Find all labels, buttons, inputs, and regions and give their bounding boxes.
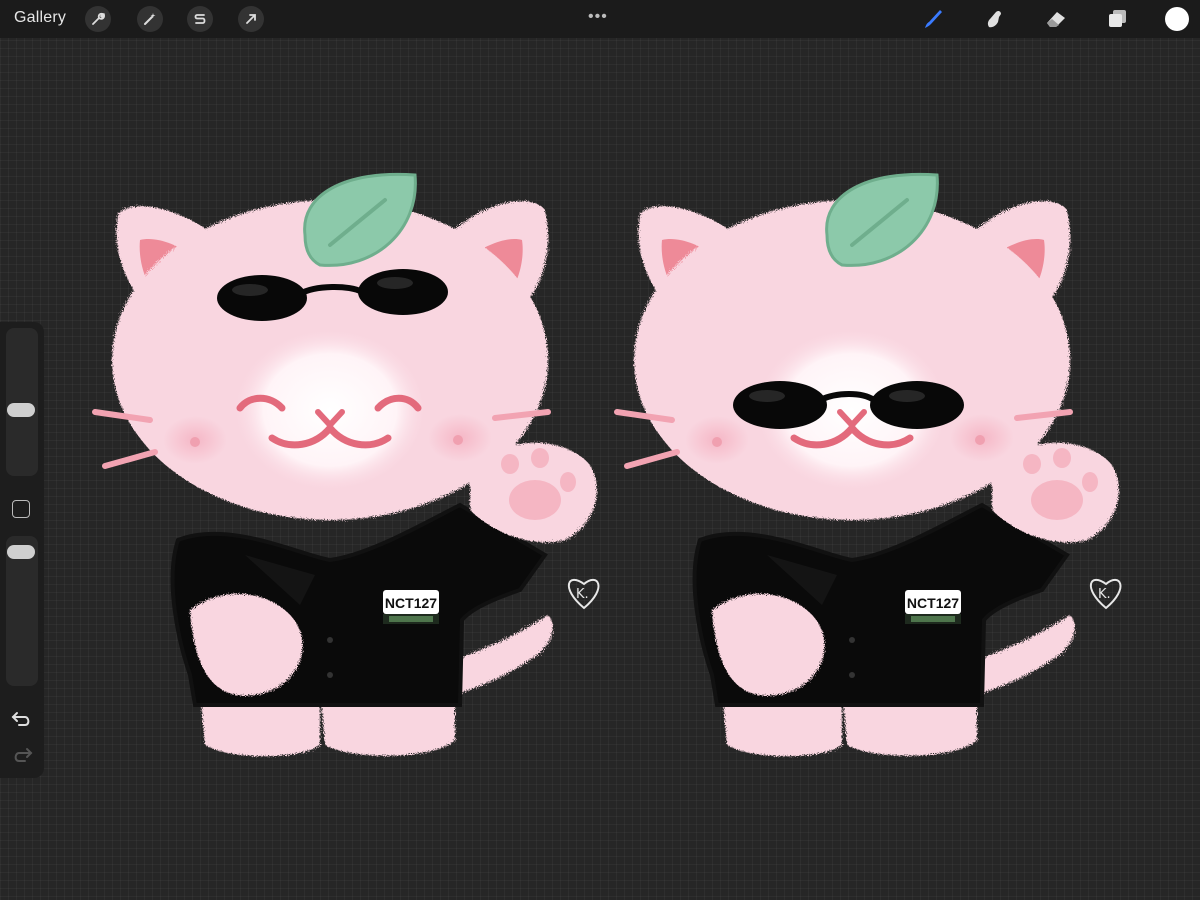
shirt-badge-right: NCT127 [907, 595, 959, 611]
cat-drawing-left: K. NCT127 [95, 172, 598, 756]
move-arrow-icon[interactable] [238, 6, 264, 32]
eraser-icon[interactable] [1042, 5, 1070, 33]
opacity-slider-thumb[interactable] [7, 545, 35, 559]
smudge-icon[interactable] [980, 5, 1008, 33]
magic-wand-icon[interactable] [137, 6, 163, 32]
signature-right: K. [1098, 587, 1111, 602]
shirt-badge-left: NCT127 [385, 595, 437, 611]
gallery-button[interactable]: Gallery [14, 9, 66, 27]
top-toolbar: Gallery ••• [0, 0, 1200, 38]
left-sidebar [0, 322, 44, 778]
brush-size-slider[interactable] [6, 328, 38, 476]
brush-size-slider-thumb[interactable] [7, 403, 35, 417]
modify-square-button[interactable] [12, 500, 30, 518]
layers-icon[interactable] [1103, 5, 1131, 33]
selection-s-icon[interactable] [187, 6, 213, 32]
drawing-canvas[interactable]: K. NCT127 K. NCT127 [0, 0, 1200, 900]
color-picker-swatch[interactable] [1165, 7, 1189, 31]
more-options-icon[interactable]: ••• [588, 8, 608, 26]
undo-icon[interactable] [11, 710, 33, 733]
brush-icon[interactable] [919, 5, 947, 33]
cat-drawing-right: K. NCT127 [617, 172, 1120, 756]
wrench-icon[interactable] [85, 6, 111, 32]
signature-left: K. [576, 587, 589, 602]
redo-icon[interactable] [11, 746, 33, 769]
